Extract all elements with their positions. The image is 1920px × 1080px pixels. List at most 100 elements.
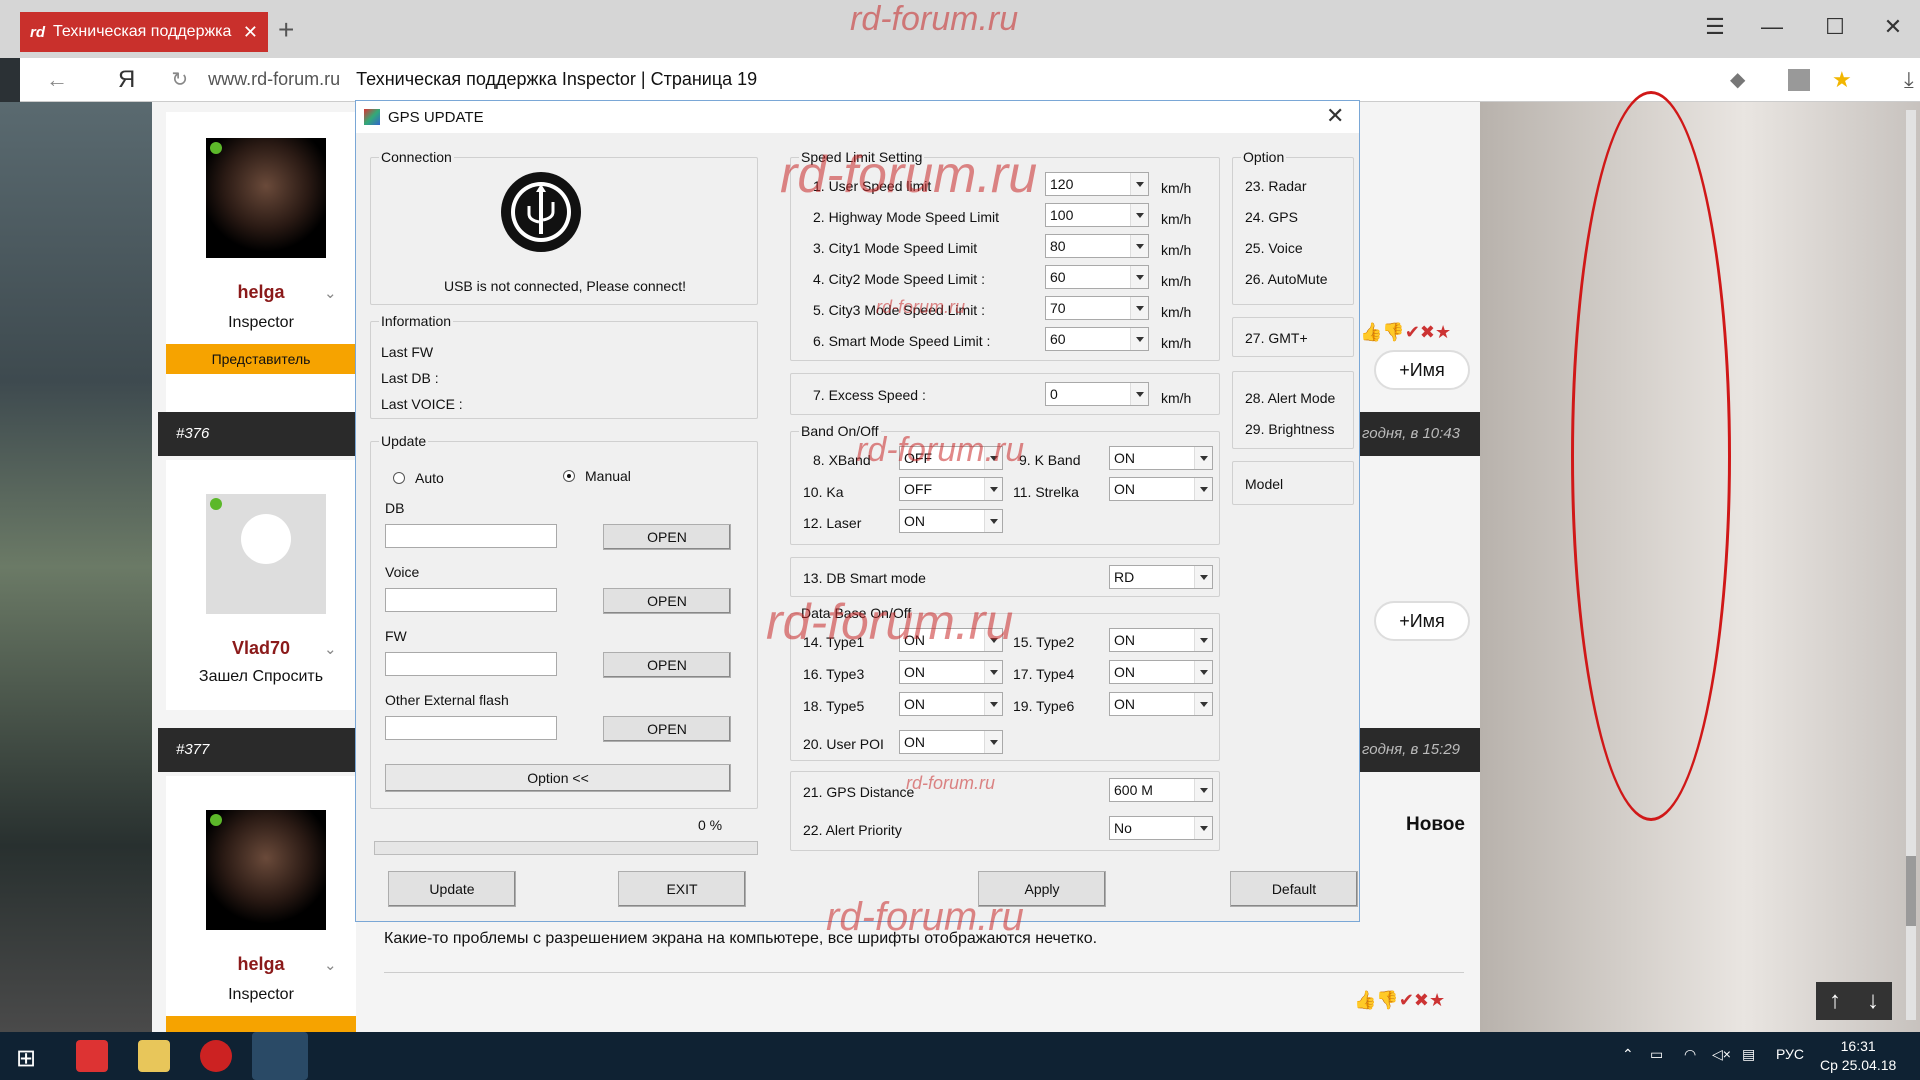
post-number[interactable]: #377: [176, 741, 209, 758]
dropdown-arrow-icon[interactable]: [984, 510, 1002, 532]
dropdown-arrow-icon[interactable]: [1194, 817, 1212, 839]
update-button[interactable]: Update: [388, 871, 516, 907]
url-text[interactable]: www.rd-forum.ru: [208, 69, 340, 90]
download-icon[interactable]: ⤓: [1904, 67, 1914, 93]
other-flash-open-button[interactable]: OPEN: [603, 716, 731, 742]
chevron-down-icon[interactable]: ⌄: [324, 284, 337, 302]
fw-open-button[interactable]: OPEN: [603, 652, 731, 678]
tab-close-icon[interactable]: ✕: [243, 22, 258, 43]
post-number[interactable]: #376: [176, 425, 209, 442]
voice-open-button[interactable]: OPEN: [603, 588, 731, 614]
chevron-down-icon[interactable]: ⌄: [324, 956, 337, 974]
dropdown-arrow-icon[interactable]: [1194, 566, 1212, 588]
close-window-icon[interactable]: ✕: [1873, 14, 1913, 40]
smart-speed-select[interactable]: 60: [1045, 327, 1149, 351]
gps-update-app-icon[interactable]: [252, 1032, 308, 1080]
avatar[interactable]: [206, 810, 326, 930]
add-name-button[interactable]: +Имя: [1374, 601, 1470, 641]
dropdown-arrow-icon[interactable]: [1130, 266, 1148, 288]
type6-select[interactable]: ON: [1109, 692, 1213, 716]
type2-select[interactable]: ON: [1109, 628, 1213, 652]
alert-priority-select[interactable]: No: [1109, 816, 1213, 840]
dropdown-arrow-icon[interactable]: [984, 478, 1002, 500]
dropdown-arrow-icon[interactable]: [1130, 297, 1148, 319]
scroll-down-icon[interactable]: ↓: [1854, 982, 1892, 1020]
option-alert-mode[interactable]: 28. Alert Mode: [1245, 390, 1335, 406]
volume-icon[interactable]: ◁×: [1712, 1046, 1731, 1063]
browser-tab[interactable]: rd Техническая поддержка ✕: [20, 12, 268, 52]
manual-radio[interactable]: [563, 470, 575, 482]
excess-speed-select[interactable]: 0: [1045, 382, 1149, 406]
folder-icon[interactable]: [138, 1040, 170, 1072]
laser-select[interactable]: ON: [899, 509, 1003, 533]
minimize-icon[interactable]: —: [1752, 14, 1792, 40]
kband-select[interactable]: ON: [1109, 446, 1213, 470]
dropdown-arrow-icon[interactable]: [1130, 173, 1148, 195]
option-radar[interactable]: 23. Radar: [1245, 178, 1306, 194]
dropdown-arrow-icon[interactable]: [1194, 629, 1212, 651]
bookmark-star-icon[interactable]: ★: [1832, 67, 1852, 93]
user-speed-select[interactable]: 120: [1045, 172, 1149, 196]
back-arrow-icon[interactable]: ←: [46, 67, 68, 93]
maximize-icon[interactable]: ☐: [1815, 14, 1855, 40]
scrollbar-thumb[interactable]: [1906, 856, 1916, 926]
type5-select[interactable]: ON: [899, 692, 1003, 716]
avatar[interactable]: [206, 494, 326, 614]
default-button[interactable]: Default: [1230, 871, 1358, 907]
yandex-icon[interactable]: [76, 1040, 108, 1072]
menu-icon[interactable]: ☰: [1695, 14, 1735, 40]
dialog-close-icon[interactable]: ✕: [1326, 103, 1344, 129]
extension-icon[interactable]: [1788, 68, 1810, 91]
option-automute[interactable]: 26. AutoMute: [1245, 271, 1328, 287]
dropdown-arrow-icon[interactable]: [984, 661, 1002, 683]
dropdown-arrow-icon[interactable]: [1130, 235, 1148, 257]
option-gmt[interactable]: 27. GMT+: [1245, 330, 1308, 346]
dropdown-arrow-icon[interactable]: [1194, 661, 1212, 683]
battery-icon[interactable]: ▭: [1650, 1046, 1663, 1063]
option-gps[interactable]: 24. GPS: [1245, 209, 1298, 225]
dropdown-arrow-icon[interactable]: [984, 731, 1002, 753]
city1-speed-select[interactable]: 80: [1045, 234, 1149, 258]
exit-button[interactable]: EXIT: [618, 871, 746, 907]
option-voice[interactable]: 25. Voice: [1245, 240, 1303, 256]
notification-icon[interactable]: ▤: [1742, 1046, 1755, 1063]
dropdown-arrow-icon[interactable]: [1130, 383, 1148, 405]
ka-select[interactable]: OFF: [899, 477, 1003, 501]
voice-path-input[interactable]: [385, 588, 557, 612]
yandex-browser-icon[interactable]: [200, 1040, 232, 1072]
city3-speed-select[interactable]: 70: [1045, 296, 1149, 320]
protect-icon[interactable]: ◆: [1730, 67, 1745, 92]
dropdown-arrow-icon[interactable]: [1130, 328, 1148, 350]
language-indicator[interactable]: РУС: [1776, 1046, 1804, 1062]
highway-speed-select[interactable]: 100: [1045, 203, 1149, 227]
reaction-icons[interactable]: 👍👎✔✖★: [1354, 990, 1445, 1011]
chevron-up-icon[interactable]: ⌃: [1622, 1046, 1634, 1063]
reload-icon[interactable]: ↻: [171, 67, 188, 92]
db-open-button[interactable]: OPEN: [603, 524, 731, 550]
db-smart-select[interactable]: RD: [1109, 565, 1213, 589]
clock[interactable]: 16:31 Ср 25.04.18: [1820, 1037, 1896, 1075]
option-toggle-button[interactable]: Option <<: [385, 764, 731, 792]
db-path-input[interactable]: [385, 524, 557, 548]
dropdown-arrow-icon[interactable]: [1194, 478, 1212, 500]
dropdown-arrow-icon[interactable]: [1194, 447, 1212, 469]
city2-speed-select[interactable]: 60: [1045, 265, 1149, 289]
other-flash-path-input[interactable]: [385, 716, 557, 740]
dropdown-arrow-icon[interactable]: [1194, 779, 1212, 801]
type4-select[interactable]: ON: [1109, 660, 1213, 684]
new-tab-button[interactable]: +: [278, 14, 294, 46]
option-model[interactable]: Model: [1245, 476, 1283, 492]
auto-radio[interactable]: [393, 472, 405, 484]
type3-select[interactable]: ON: [899, 660, 1003, 684]
yandex-icon[interactable]: Я: [118, 66, 135, 94]
dropdown-arrow-icon[interactable]: [984, 693, 1002, 715]
dropdown-arrow-icon[interactable]: [1194, 693, 1212, 715]
chevron-down-icon[interactable]: ⌄: [324, 640, 337, 658]
avatar[interactable]: [206, 138, 326, 258]
gps-distance-select[interactable]: 600 M: [1109, 778, 1213, 802]
dropdown-arrow-icon[interactable]: [1130, 204, 1148, 226]
add-name-button[interactable]: +Имя: [1374, 350, 1470, 390]
option-brightness[interactable]: 29. Brightness: [1245, 421, 1335, 437]
user-poi-select[interactable]: ON: [899, 730, 1003, 754]
windows-start-icon[interactable]: ⊞: [16, 1044, 36, 1073]
